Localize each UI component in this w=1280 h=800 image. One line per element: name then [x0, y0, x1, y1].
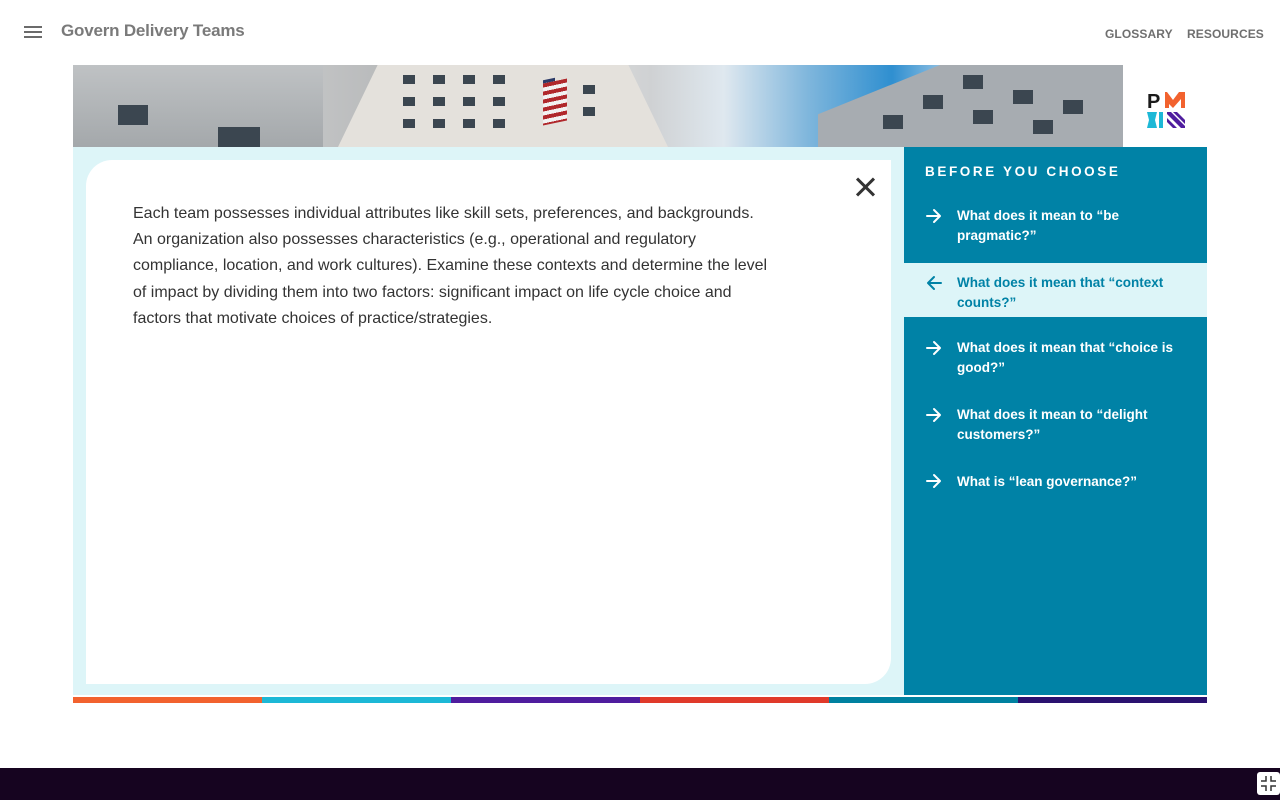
sidebar-title: BEFORE YOU CHOOSE	[925, 164, 1121, 179]
content-card: Each team possesses individual attribute…	[86, 160, 891, 684]
window	[118, 105, 148, 125]
window	[463, 119, 475, 128]
hamburger-menu-icon[interactable]	[24, 26, 42, 40]
strip-segment	[640, 697, 829, 703]
window	[1063, 100, 1083, 114]
window	[463, 97, 475, 106]
window	[218, 127, 260, 147]
flag-stripes	[543, 78, 567, 126]
sidebar-item-label: What does it mean that “context counts?”	[957, 275, 1164, 310]
arrow-right-icon	[926, 209, 941, 223]
window	[963, 75, 983, 89]
sidebar-item-lean-governance[interactable]: What is “lean governance?”	[904, 472, 1207, 500]
sidebar-item-be-pragmatic[interactable]: What does it mean to “be pragmatic?”	[904, 203, 1207, 263]
sidebar-item-label: What does it mean that “choice is good?”	[957, 340, 1174, 375]
sidebar-item-label: What does it mean to “delight customers?…	[957, 407, 1148, 442]
card-body-text: Each team possesses individual attribute…	[133, 205, 768, 327]
window	[883, 115, 903, 129]
resources-link[interactable]: RESOURCES	[1187, 27, 1264, 41]
arrow-right-icon	[926, 341, 941, 355]
arrow-left-icon	[927, 276, 942, 290]
window	[583, 107, 595, 116]
strip-segment	[1018, 697, 1207, 703]
top-bar: Govern Delivery Teams GLOSSARY RESOURCES	[0, 0, 1280, 65]
strip-segment	[451, 697, 640, 703]
color-strip	[73, 697, 1207, 703]
sidebar-item-delight-customers[interactable]: What does it mean to “delight customers?…	[904, 405, 1207, 455]
svg-text:P: P	[1147, 91, 1160, 113]
window	[403, 119, 415, 128]
strip-segment	[829, 697, 1018, 703]
arrow-right-icon	[926, 408, 941, 422]
window	[433, 75, 445, 84]
window	[923, 95, 943, 109]
sidebar: BEFORE YOU CHOOSE What does it mean to “…	[904, 147, 1207, 695]
page-title: Govern Delivery Teams	[61, 21, 245, 40]
footer-bar	[0, 768, 1280, 800]
sidebar-item-label: What is “lean governance?”	[957, 474, 1138, 489]
collapse-icon	[1261, 776, 1276, 791]
close-icon[interactable]	[854, 176, 876, 198]
sidebar-item-label: What does it mean to “be pragmatic?”	[957, 208, 1120, 243]
window	[493, 75, 505, 84]
window	[493, 97, 505, 106]
sidebar-item-context-counts[interactable]: What does it mean that “context counts?”	[904, 263, 1207, 317]
strip-segment	[262, 697, 451, 703]
strip-segment	[73, 697, 262, 703]
window	[583, 85, 595, 94]
window	[1013, 90, 1033, 104]
window	[973, 110, 993, 124]
hero-image	[73, 65, 1123, 147]
glossary-link[interactable]: GLOSSARY	[1105, 27, 1173, 41]
sidebar-item-choice-is-good[interactable]: What does it mean that “choice is good?”	[904, 339, 1207, 389]
window	[1033, 120, 1053, 134]
window	[433, 97, 445, 106]
window	[463, 75, 475, 84]
collapse-button[interactable]	[1257, 772, 1280, 795]
pmi-logo: P	[1147, 91, 1185, 128]
arrow-right-icon	[926, 474, 941, 488]
window	[433, 119, 445, 128]
window	[493, 119, 505, 128]
window	[403, 97, 415, 106]
building-left	[73, 65, 323, 147]
window	[403, 75, 415, 84]
